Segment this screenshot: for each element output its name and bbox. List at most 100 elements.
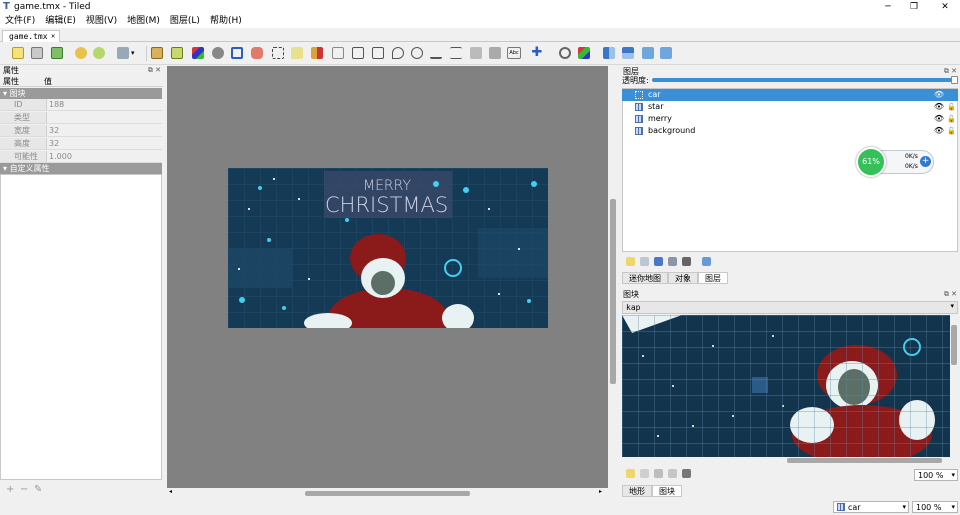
tileset-tab-dropdown-icon[interactable]: ▾ — [950, 302, 954, 310]
save-icon[interactable] — [51, 47, 63, 59]
insert-text-icon[interactable]: Abc — [507, 47, 521, 59]
new-file-icon[interactable] — [12, 47, 24, 59]
tileset-vertical-scrollbar[interactable] — [950, 315, 958, 457]
flip-vertical-icon[interactable] — [622, 47, 634, 59]
select-objects-icon[interactable] — [332, 47, 344, 59]
tileset-zoom-select[interactable]: 100 % ▾ — [914, 469, 958, 481]
command-dropdown-icon[interactable]: ▾ — [131, 49, 135, 57]
rectangle-fill-icon[interactable] — [231, 47, 243, 59]
insert-point-icon[interactable] — [392, 47, 404, 59]
unlock-icon[interactable]: 🔓 — [947, 125, 956, 137]
move-layer-up-icon[interactable] — [640, 257, 649, 266]
group-tile[interactable]: ▾ 图块 — [0, 88, 162, 99]
visibility-eye-icon[interactable]: 👁 — [934, 125, 944, 137]
property-row-type[interactable]: 类型 — [0, 112, 162, 124]
select-same-tile-icon[interactable] — [311, 47, 323, 59]
export-tileset-icon[interactable] — [654, 469, 663, 478]
rotate-left-icon[interactable] — [642, 47, 654, 59]
stamp-brush-icon[interactable] — [151, 47, 163, 59]
wang-fill-icon[interactable] — [578, 47, 590, 59]
undo-icon[interactable] — [75, 47, 87, 59]
scroll-left-icon[interactable]: ◂ — [169, 488, 172, 495]
minimize-button[interactable]: ─ — [875, 0, 901, 14]
random-mode-icon[interactable] — [559, 47, 571, 59]
insert-tile-icon[interactable] — [470, 47, 482, 59]
command-icon[interactable] — [117, 47, 129, 59]
unlock-icon[interactable]: 🔓 — [947, 113, 956, 125]
tab-close-icon[interactable]: ✕ — [51, 31, 55, 42]
close-window-button[interactable]: ✕ — [932, 0, 958, 14]
rotate-right-icon[interactable] — [660, 47, 672, 59]
status-layer-select[interactable]: car ▾ — [833, 501, 909, 513]
new-tileset-icon[interactable] — [626, 469, 635, 478]
tab-terrains[interactable]: 地形 — [622, 485, 652, 497]
layer-row-background[interactable]: background 👁 🔓 — [622, 125, 958, 137]
tileset-horizontal-scrollbar[interactable] — [622, 457, 958, 464]
menu-edit[interactable]: 编辑(E) — [40, 14, 81, 28]
status-zoom-select[interactable]: 100 % ▾ — [912, 501, 958, 513]
horizontal-scrollbar[interactable]: ◂ ▸ — [167, 488, 608, 498]
rect-select-icon[interactable] — [272, 47, 284, 59]
edit-tileset-icon[interactable] — [668, 469, 677, 478]
dock-float-close-icon[interactable]: ⧉ ✕ — [148, 65, 161, 76]
embed-tileset-icon[interactable] — [640, 469, 649, 478]
tab-minimap[interactable]: 迷你地图 — [622, 272, 668, 284]
property-row-probability[interactable]: 可能性 1.000 — [0, 151, 162, 163]
vertical-scrollbar[interactable] — [608, 66, 618, 488]
tab-objects[interactable]: 对象 — [668, 272, 698, 284]
edit-polygons-icon[interactable] — [352, 47, 364, 59]
menu-layer[interactable]: 图层(L) — [165, 14, 205, 28]
property-row-height[interactable]: 高度 32 — [0, 138, 162, 150]
insert-template-icon[interactable] — [489, 47, 501, 59]
add-property-button[interactable]: + — [6, 484, 14, 495]
new-layer-icon[interactable] — [626, 257, 635, 266]
document-tab[interactable]: game.tmx ✕ — [2, 30, 60, 42]
insert-rectangle-icon[interactable] — [372, 47, 384, 59]
menu-help[interactable]: 帮助(H) — [205, 14, 247, 28]
opacity-slider[interactable] — [652, 78, 956, 82]
insert-polygon-icon[interactable] — [430, 47, 442, 59]
add-icon[interactable]: ✚ — [531, 46, 543, 59]
dock-float-close-icon[interactable]: ⧉ ✕ — [944, 289, 957, 300]
opacity-slider-handle[interactable] — [951, 76, 958, 84]
maximize-button[interactable]: ❐ — [901, 0, 927, 14]
layer-row-car[interactable]: car 👁 — [622, 89, 958, 101]
tileset-vscroll-thumb[interactable] — [951, 325, 957, 365]
insert-polyline-icon[interactable] — [450, 47, 462, 59]
open-file-icon[interactable] — [31, 47, 43, 59]
visibility-eye-icon[interactable]: 👁 — [934, 89, 944, 101]
insert-ellipse-icon[interactable] — [411, 47, 423, 59]
menu-map[interactable]: 地图(M) — [122, 14, 165, 28]
custom-properties-list[interactable] — [0, 174, 162, 480]
tab-layers[interactable]: 图层 — [698, 272, 728, 284]
tileset-view[interactable] — [622, 315, 950, 465]
wang-brush-icon[interactable] — [192, 47, 204, 59]
vertical-scroll-thumb[interactable] — [610, 199, 616, 384]
magic-wand-icon[interactable] — [291, 47, 303, 59]
delete-layer-icon[interactable] — [682, 257, 691, 266]
property-row-width[interactable]: 宽度 32 — [0, 125, 162, 137]
group-custom-properties[interactable]: ▾ 自定义属性 — [0, 163, 162, 174]
remove-property-button[interactable]: − — [20, 484, 28, 495]
move-layer-down-icon[interactable] — [654, 257, 663, 266]
flip-horizontal-icon[interactable] — [603, 47, 615, 59]
eraser-icon[interactable] — [251, 47, 263, 59]
layer-row-merry[interactable]: merry 👁 🔓 — [622, 113, 958, 125]
property-row-id[interactable]: ID 188 — [0, 99, 162, 111]
tileset-tab[interactable]: kap — [626, 302, 640, 313]
edit-property-button[interactable]: ✎ — [34, 484, 42, 495]
layer-properties-icon[interactable] — [702, 257, 711, 266]
terrain-brush-icon[interactable] — [171, 47, 183, 59]
scroll-right-icon[interactable]: ▸ — [599, 488, 602, 495]
speedup-plus-icon[interactable]: + — [920, 156, 931, 167]
tab-tilesets[interactable]: 图块 — [652, 485, 682, 497]
tileset-hscroll-thumb[interactable] — [787, 458, 942, 463]
visibility-eye-icon[interactable]: 👁 — [934, 101, 944, 113]
bucket-fill-icon[interactable] — [212, 47, 224, 59]
memory-usage-gauge[interactable]: 61% — [856, 147, 886, 177]
visibility-eye-icon[interactable]: 👁 — [934, 113, 944, 125]
menu-view[interactable]: 视图(V) — [81, 14, 122, 28]
duplicate-layer-icon[interactable] — [668, 257, 677, 266]
map-view[interactable]: MERRY CHRISTMAS — [228, 168, 548, 348]
redo-icon[interactable] — [93, 47, 105, 59]
